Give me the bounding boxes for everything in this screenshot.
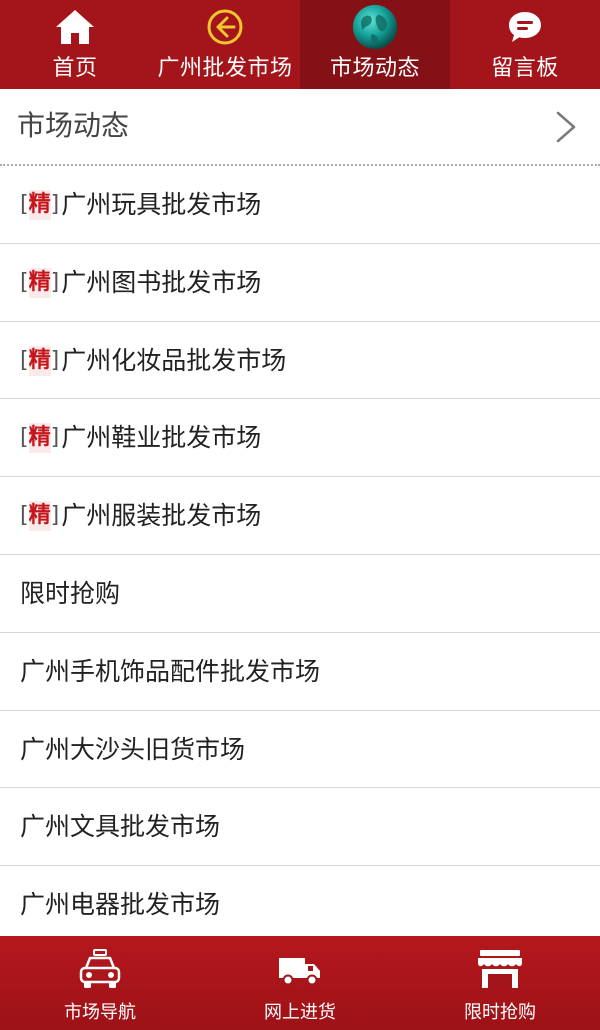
list-item-label: 广州电器批发市场 xyxy=(20,890,221,920)
market-navigation-label: 市场导航 xyxy=(64,1002,136,1023)
market-navigation-button[interactable]: 市场导航 xyxy=(0,936,200,1030)
taxi-icon xyxy=(75,946,125,992)
speech-bubble-icon xyxy=(502,4,548,50)
delivery-truck-icon xyxy=(275,946,325,992)
list-item[interactable]: [精] 广州服装批发市场 xyxy=(0,477,600,555)
flash-sale-button[interactable]: 限时抢购 xyxy=(400,936,600,1030)
featured-badge: [精] xyxy=(20,345,59,376)
featured-badge: [精] xyxy=(20,501,59,532)
online-purchase-button[interactable]: 网上进货 xyxy=(200,936,400,1030)
featured-badge: [精] xyxy=(20,267,59,298)
list-item-label: 广州化妆品批发市场 xyxy=(61,345,287,375)
list-item-label: 广州大沙头旧货市场 xyxy=(20,734,246,764)
tab-market-news-label: 市场动态 xyxy=(329,56,420,81)
section-title: 市场动态 xyxy=(17,109,130,142)
storefront-icon xyxy=(475,946,525,992)
list-item[interactable]: 广州手机饰品配件批发市场 xyxy=(0,633,600,711)
flash-sale-label: 限时抢购 xyxy=(464,1002,536,1023)
list-item-label: 广州图书批发市场 xyxy=(61,267,262,297)
list-item-label: 限时抢购 xyxy=(20,578,121,608)
tab-market-news[interactable]: 市场动态 xyxy=(300,0,450,89)
section-header[interactable]: 市场动态 xyxy=(0,89,600,166)
tab-message-board-label: 留言板 xyxy=(491,56,559,81)
tab-guangzhou-wholesale-market-label: 广州批发市场 xyxy=(157,56,293,81)
globe-icon xyxy=(352,4,398,50)
back-arrow-circle-icon xyxy=(202,4,248,50)
online-purchase-label: 网上进货 xyxy=(264,1002,336,1023)
top-navigation: 首页 广州批发市场 市场动态 留言板 xyxy=(0,0,600,89)
tab-home-label: 首页 xyxy=(52,56,98,81)
list-item[interactable]: 广州电器批发市场 xyxy=(0,866,600,944)
bottom-navigation: 市场导航 网上进货 限时抢购 xyxy=(0,936,600,1030)
featured-badge: [精] xyxy=(20,190,59,220)
home-icon xyxy=(52,4,98,50)
tab-home[interactable]: 首页 xyxy=(0,0,150,89)
tab-guangzhou-wholesale-market[interactable]: 广州批发市场 xyxy=(150,0,300,89)
list-item-label: 广州文具批发市场 xyxy=(20,812,221,842)
market-list: [精] 广州玩具批发市场 [精] 广州图书批发市场 [精] 广州化妆品批发市场 … xyxy=(0,166,600,944)
list-item[interactable]: [精] 广州玩具批发市场 xyxy=(0,166,600,244)
list-item-label: 广州服装批发市场 xyxy=(61,501,262,531)
list-item-label: 广州玩具批发市场 xyxy=(61,190,262,219)
chevron-right-icon xyxy=(552,109,582,145)
list-item[interactable]: 广州文具批发市场 xyxy=(0,788,600,867)
list-item[interactable]: [精] 广州图书批发市场 xyxy=(0,244,600,322)
tab-message-board[interactable]: 留言板 xyxy=(450,0,600,89)
featured-badge: [精] xyxy=(20,423,59,454)
list-item[interactable]: 限时抢购 xyxy=(0,555,600,633)
list-item[interactable]: [精] 广州化妆品批发市场 xyxy=(0,322,600,400)
list-item[interactable]: 广州大沙头旧货市场 xyxy=(0,711,600,789)
list-item-label: 广州手机饰品配件批发市场 xyxy=(20,656,321,686)
list-item-label: 广州鞋业批发市场 xyxy=(61,423,262,453)
list-item[interactable]: [精] 广州鞋业批发市场 xyxy=(0,399,600,478)
